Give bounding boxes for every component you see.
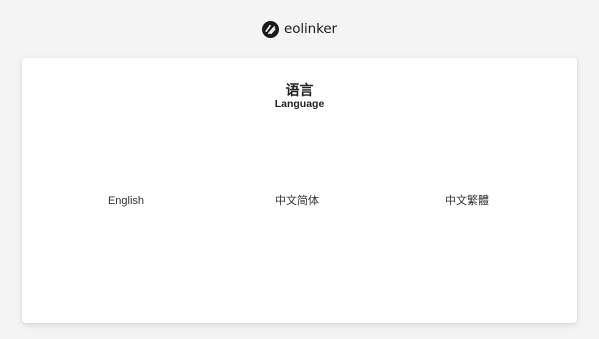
language-option-simplified-chinese[interactable]: 中文简体 [237, 194, 357, 208]
brand-logo[interactable]: eolinker [261, 20, 337, 38]
eolinker-logo-icon [261, 20, 279, 38]
language-title: 语言 [285, 82, 314, 98]
language-card: 语言 Language English 中文简体 中文繁體 [22, 58, 577, 323]
language-subtitle: Language [274, 98, 325, 110]
brand-name: eolinker [283, 21, 337, 37]
top-bar: eolinker [0, 0, 599, 58]
language-option-english[interactable]: English [66, 194, 186, 208]
language-option-traditional-chinese[interactable]: 中文繁體 [407, 194, 527, 208]
page: { "brand": { "name": "eolinker", "logo_i… [0, 0, 599, 339]
